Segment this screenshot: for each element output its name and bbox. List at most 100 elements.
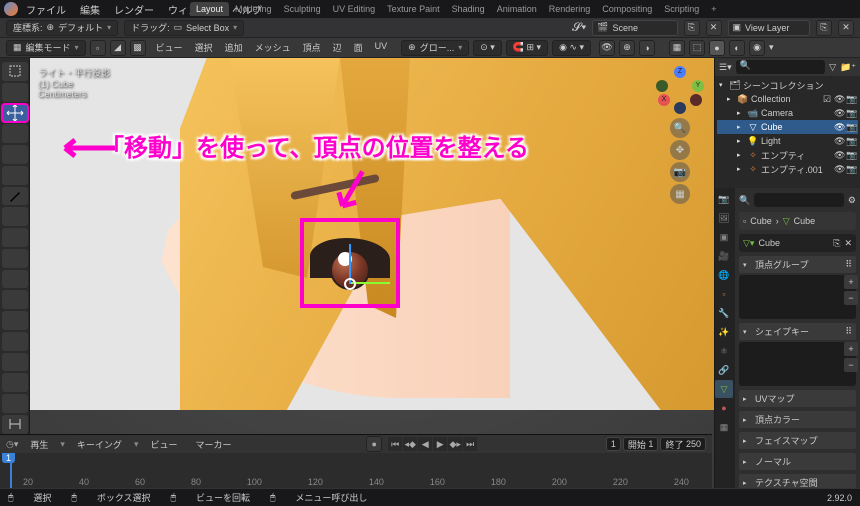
constraint-tab[interactable]: 🔗 xyxy=(715,361,733,379)
physics-tab[interactable]: ⚛ xyxy=(715,342,733,360)
menu-render[interactable]: レンダー xyxy=(108,0,160,19)
tl-menu-keying[interactable]: キーイング xyxy=(71,436,128,453)
scale-tool[interactable] xyxy=(2,145,28,164)
orientation-dropdown[interactable]: 座標系: ⊕デフォルト▾ xyxy=(6,20,118,36)
jump-end-button[interactable]: ⏭ xyxy=(463,437,477,451)
keyframe-next-button[interactable]: ◆▸ xyxy=(448,437,462,451)
section-face-maps[interactable]: ▸フェイスマップ xyxy=(739,432,856,449)
particle-tab[interactable]: ✨ xyxy=(715,323,733,341)
vp-menu-メッシュ[interactable]: メッシュ xyxy=(249,39,297,56)
edge-slide-tool[interactable] xyxy=(2,415,28,434)
scene-tab[interactable]: 🎥 xyxy=(715,247,733,265)
smooth-tool[interactable] xyxy=(2,394,28,413)
texture-tab[interactable]: ▦ xyxy=(715,418,733,436)
play-rev-button[interactable]: ◀ xyxy=(418,437,432,451)
tl-menu-play[interactable]: 再生 xyxy=(24,436,54,453)
viewport-nav-gizmo[interactable]: Z Y X 🔍 ✥ 📷 ▦ xyxy=(656,66,704,204)
edge-select-mode[interactable]: ◢ xyxy=(110,40,126,56)
vp-menu-選択[interactable]: 選択 xyxy=(189,39,219,56)
vp-menu-辺[interactable]: 辺 xyxy=(327,39,348,56)
annotate-tool[interactable] xyxy=(2,187,28,206)
pivot-dropdown[interactable]: ⊙ ▾ xyxy=(473,40,502,56)
visibility-toggle[interactable]: 👁 xyxy=(834,164,844,175)
visibility-toggle[interactable]: 📷 xyxy=(846,136,856,147)
workspace-tab-shading[interactable]: Shading xyxy=(446,2,491,16)
vg-add-button[interactable]: + xyxy=(844,275,858,289)
tree-row[interactable]: ▸✧エンプティ.001👁📷 xyxy=(717,162,858,176)
move-tool[interactable] xyxy=(2,104,28,123)
world-tab[interactable]: 🌐 xyxy=(715,266,733,284)
mode-dropdown[interactable]: ▦ 編集モード ▾ xyxy=(6,40,86,56)
workspace-tab-sculpting[interactable]: Sculpting xyxy=(278,2,327,16)
vertex-groups-list[interactable]: +− xyxy=(739,275,856,319)
vp-menu-頂点[interactable]: 頂点 xyxy=(297,39,327,56)
workspace-tab-texture paint[interactable]: Texture Paint xyxy=(381,2,446,16)
scene-name-field[interactable]: 🎬 xyxy=(592,20,677,36)
visibility-toggle[interactable]: 👁 xyxy=(834,122,844,133)
vertex-select-mode[interactable]: ▫ xyxy=(90,40,106,56)
outliner[interactable]: ☰▾ 🔍 ▽ 📁⁺ ▾🗂シーンコレクション ▸📦Collection☑👁📷▸📹C… xyxy=(715,58,860,188)
visibility-button[interactable]: 👁 xyxy=(599,40,615,56)
shape-keys-list[interactable]: +− xyxy=(739,342,856,386)
jump-start-button[interactable]: ⏮ xyxy=(388,437,402,451)
vp-menu-追加[interactable]: 追加 xyxy=(219,39,249,56)
move-gizmo-center[interactable] xyxy=(344,278,356,290)
visibility-toggle[interactable]: 📷 xyxy=(846,94,856,105)
visibility-toggle[interactable]: 📷 xyxy=(846,150,856,161)
xray-button[interactable]: ▦ xyxy=(669,40,685,56)
workspace-tab-+[interactable]: + xyxy=(705,2,722,16)
outliner-mode-icon[interactable]: ☰▾ xyxy=(719,62,732,73)
menu-file[interactable]: ファイル xyxy=(20,0,72,19)
vp-menu-面[interactable]: 面 xyxy=(348,39,369,56)
tree-row[interactable]: ▸📹Camera👁📷 xyxy=(717,106,858,120)
visibility-toggle[interactable]: 👁 xyxy=(834,136,844,147)
timeline-editor[interactable]: ◷▾ 再生▾ キーイング▾ ビュー マーカー ● ⏮ ◂◆ ◀ ▶ ◆▸ ⏭ 1… xyxy=(0,434,712,488)
axis-x[interactable]: X xyxy=(658,94,670,106)
transform-tool[interactable] xyxy=(2,166,28,185)
drag-dropdown[interactable]: ドラッグ: ▭Select Box▾ xyxy=(124,20,244,36)
visibility-toggle[interactable]: 📷 xyxy=(846,108,856,119)
current-frame-field[interactable]: 1 xyxy=(606,437,621,451)
workspace-tab-uv editing[interactable]: UV Editing xyxy=(327,2,382,16)
sk-remove-button[interactable]: − xyxy=(844,358,858,372)
global-local-dropdown[interactable]: ⊕グロー...▾ xyxy=(401,40,469,56)
outliner-new-collection-button[interactable]: 📁⁺ xyxy=(840,62,856,73)
axis-y[interactable]: Y xyxy=(692,80,704,92)
prop-edit-dropdown[interactable]: ◉ ∿ ▾ xyxy=(552,40,591,56)
overlays-button[interactable]: ◑ xyxy=(639,40,655,56)
section-vertex-colors[interactable]: ▸頂点カラー xyxy=(739,411,856,428)
measure-tool[interactable] xyxy=(2,207,28,226)
autokey-button[interactable]: ● xyxy=(366,436,382,452)
inset-faces-tool[interactable] xyxy=(2,270,28,289)
timeline-editor-type[interactable]: ◷▾ xyxy=(6,439,18,450)
start-frame-field[interactable]: 開始 1 xyxy=(623,437,659,451)
modifier-tab[interactable]: 🔧 xyxy=(715,304,733,322)
object-tab[interactable]: ▫ xyxy=(715,285,733,303)
viewlayer-tab[interactable]: ▣ xyxy=(715,228,733,246)
outliner-search-input[interactable]: 🔍 xyxy=(736,60,826,74)
add-cube-tool[interactable] xyxy=(2,228,28,247)
props-search-input[interactable] xyxy=(754,193,844,207)
sk-add-button[interactable]: + xyxy=(844,342,858,356)
render-tab[interactable]: 📷 xyxy=(715,190,733,208)
props-breadcrumb[interactable]: ▫ Cube › ▽ Cube xyxy=(739,212,856,230)
workspace-tab-animation[interactable]: Animation xyxy=(491,2,543,16)
vp-menu-ビュー[interactable]: ビュー xyxy=(150,39,189,56)
mesh-data-name[interactable]: Cube xyxy=(758,238,829,248)
extrude-region-tool[interactable] xyxy=(2,249,28,268)
nav-camera-icon[interactable]: 📷 xyxy=(670,162,690,182)
material-tab[interactable]: ● xyxy=(715,399,733,417)
tree-row[interactable]: ▸📦Collection☑👁📷 xyxy=(717,92,858,106)
tl-menu-view[interactable]: ビュー xyxy=(144,436,183,453)
workspace-tab-scripting[interactable]: Scripting xyxy=(658,2,705,16)
menu-edit[interactable]: 編集 xyxy=(74,0,106,19)
select-box-tool[interactable] xyxy=(2,62,28,81)
mesh-users-icon[interactable]: ⎘ xyxy=(833,238,840,249)
section-shape-keys[interactable]: ▾シェイプキー⠿ xyxy=(739,323,856,340)
output-tab[interactable]: 🖼 xyxy=(715,209,733,227)
props-search-icon[interactable]: 🔍 xyxy=(739,195,750,206)
axis-neg-y[interactable] xyxy=(656,80,668,92)
visibility-toggle[interactable]: ☑ xyxy=(822,94,832,105)
tree-row[interactable]: ▸✧エンプティ👁📷 xyxy=(717,148,858,162)
shading-wireframe[interactable]: ⬚ xyxy=(689,40,705,56)
